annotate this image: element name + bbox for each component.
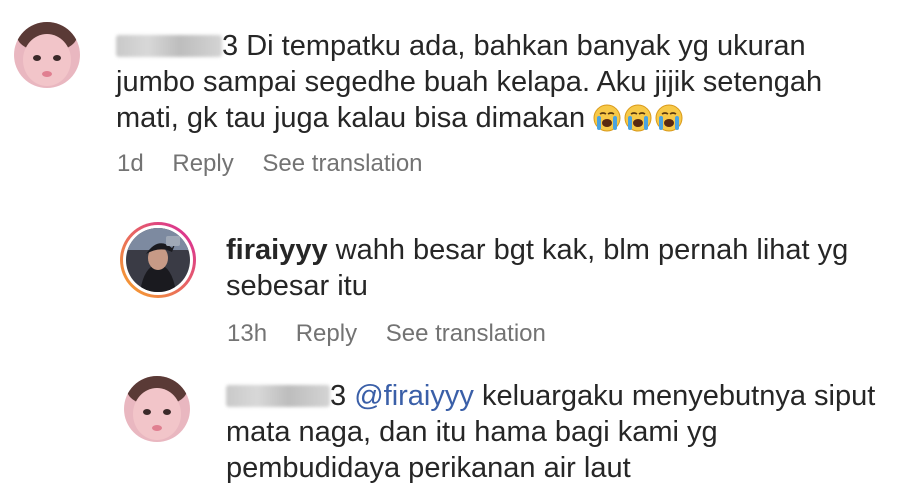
avatar-story-ring[interactable] [120, 222, 196, 298]
comment-3: 3 @firaiyyy keluargaku menyebutnya siput… [0, 360, 900, 492]
blurred-username[interactable] [116, 35, 222, 57]
comment-text: 3 Di tempatku ada, bahkan banyak yg ukur… [116, 28, 876, 136]
comment-2: firaiyyy wahh besar bgt kak, blm pernah … [0, 210, 900, 360]
child-face-avatar-image [14, 22, 80, 88]
reply-button[interactable]: Reply [172, 150, 233, 177]
mention-link[interactable]: @firaiyyy [354, 380, 474, 412]
reply-button[interactable]: Reply [296, 320, 357, 347]
loudly-crying-face-icon [593, 104, 621, 132]
comment-timestamp: 13h [227, 320, 268, 347]
emoji-group [593, 102, 686, 134]
see-translation-button[interactable]: See translation [262, 150, 422, 177]
comment-text: firaiyyy wahh besar bgt kak, blm pernah … [226, 232, 866, 304]
comment-timestamp: 1d [117, 150, 144, 177]
loudly-crying-face-icon [655, 104, 683, 132]
username-tail[interactable]: 3 [222, 30, 238, 62]
username-tail[interactable]: 3 [330, 380, 346, 412]
blurred-username[interactable] [226, 385, 330, 407]
comment-1: 3 Di tempatku ada, bahkan banyak yg ukur… [0, 0, 900, 190]
comment-meta: 1d Reply See translation [117, 150, 445, 178]
see-translation-button[interactable]: See translation [386, 320, 546, 347]
loudly-crying-face-icon [624, 104, 652, 132]
avatar[interactable] [14, 22, 80, 88]
child-face-avatar-image [124, 376, 190, 442]
comment-text: 3 @firaiyyy keluargaku menyebutnya siput… [226, 378, 886, 486]
profile-photo-avatar-image [126, 228, 190, 292]
comment-meta: 13h Reply See translation [227, 320, 568, 348]
username[interactable]: firaiyyy [226, 234, 328, 266]
avatar[interactable] [124, 376, 190, 442]
